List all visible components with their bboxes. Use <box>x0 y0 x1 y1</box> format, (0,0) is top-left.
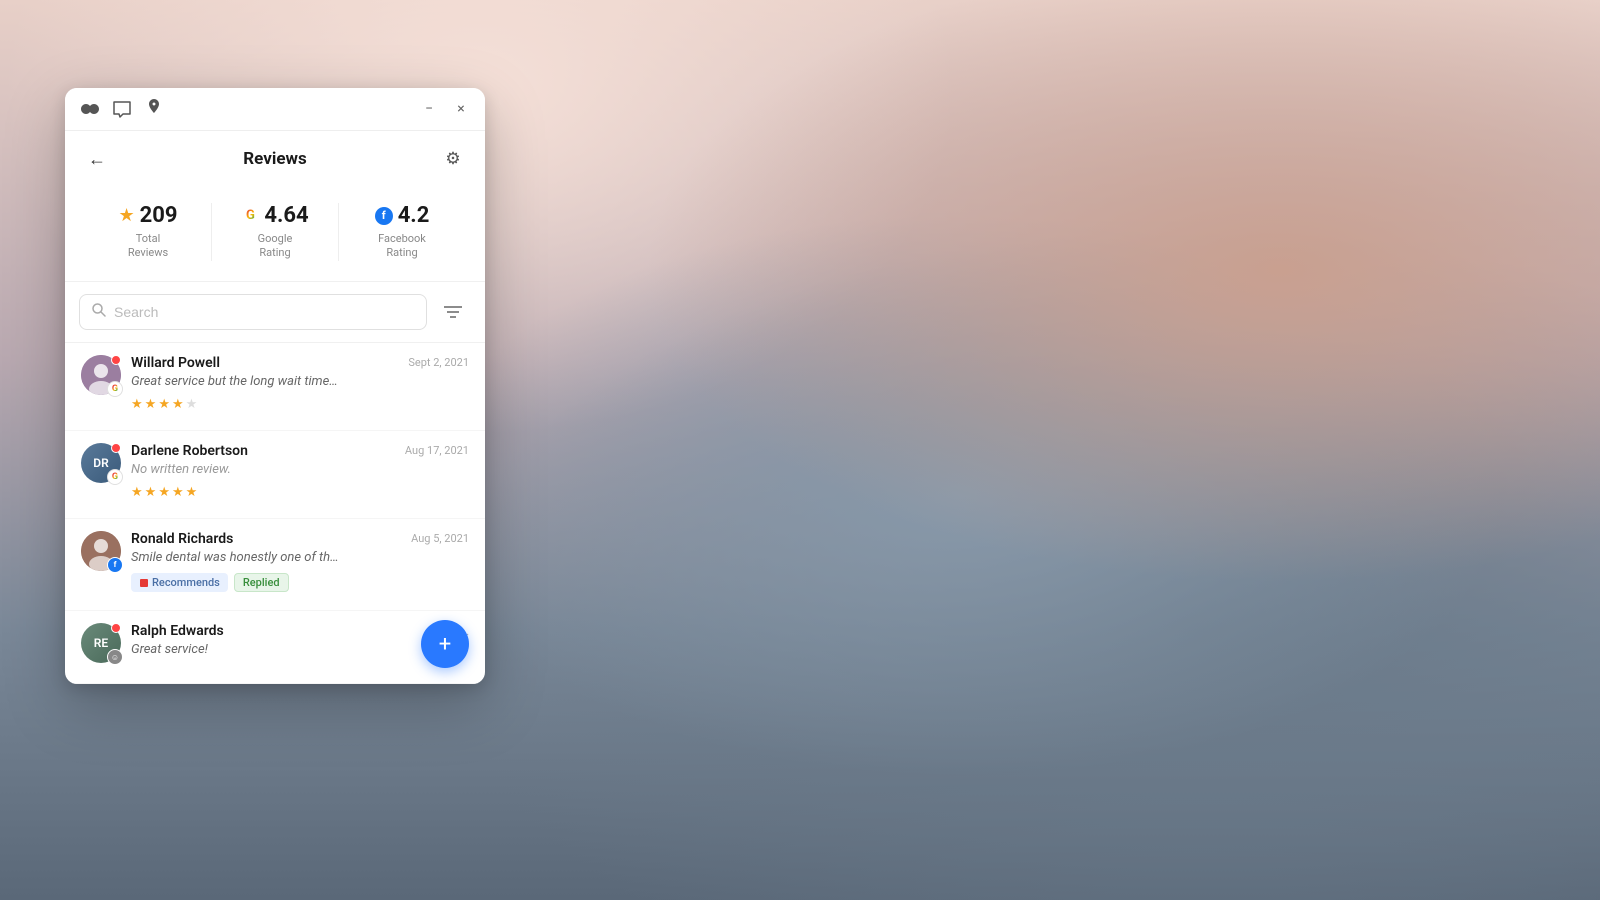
reviewer-name: Ralph Edwards <box>131 623 224 639</box>
search-input[interactable] <box>114 304 414 320</box>
minimize-button[interactable]: − <box>419 99 439 119</box>
window-controls: − × <box>419 99 471 119</box>
notification-dot <box>111 623 121 633</box>
close-button[interactable]: × <box>451 99 471 119</box>
stat-google-rating: G 4.64 GoogleRating <box>211 203 338 261</box>
total-reviews-number: 209 <box>140 203 178 228</box>
tag-recommends: Recommends <box>131 573 228 592</box>
review-text: Great service! <box>131 641 469 659</box>
star-5: ★ <box>186 397 198 412</box>
review-name-row: Willard Powell Sept 2, 2021 <box>131 355 469 371</box>
star-4: ★ <box>172 397 184 412</box>
review-top: G Willard Powell Sept 2, 2021 Great serv… <box>81 355 469 412</box>
google-icon: G <box>241 207 259 225</box>
review-date: Aug 17, 2021 <box>405 444 469 457</box>
panel-header: ← Reviews ⚙ <box>65 131 485 187</box>
facebook-icon: f <box>375 207 393 225</box>
avatar-wrap: f <box>81 531 121 571</box>
review-meta: Darlene Robertson Aug 17, 2021 No writte… <box>131 443 469 500</box>
stat-header-facebook: f 4.2 <box>375 203 430 228</box>
review-name-row: Ronald Richards Aug 5, 2021 <box>131 531 469 547</box>
review-meta: Ralph Edwards Ju… Great service! <box>131 623 469 665</box>
review-date: Sept 2, 2021 <box>408 356 469 369</box>
source-badge-facebook: f <box>107 557 123 573</box>
total-reviews-label: TotalReviews <box>128 232 168 261</box>
notification-dot <box>111 443 121 453</box>
reviewer-name: Darlene Robertson <box>131 443 248 459</box>
avatar-wrap: RE ☺ <box>81 623 121 663</box>
review-item[interactable]: f Ronald Richards Aug 5, 2021 Smile dent… <box>65 519 485 611</box>
google-rating-number: 4.64 <box>264 203 308 228</box>
star-1: ★ <box>131 485 143 500</box>
facebook-rating-label: FacebookRating <box>378 232 426 261</box>
location-icon[interactable] <box>143 98 165 120</box>
page-title: Reviews <box>243 149 306 169</box>
review-item[interactable]: G Willard Powell Sept 2, 2021 Great serv… <box>65 343 485 431</box>
reviews-window: − × ← Reviews ⚙ ★ 209 TotalReviews G 4.6… <box>65 88 485 684</box>
review-date: Aug 5, 2021 <box>411 532 469 545</box>
filter-button[interactable] <box>435 294 471 330</box>
facebook-rating-number: 4.2 <box>398 203 430 228</box>
source-badge-other: ☺ <box>107 649 123 665</box>
titlebar: − × <box>65 88 485 131</box>
star-rating: ★ ★ ★ ★ ★ <box>131 397 469 412</box>
review-tags: Recommends Replied <box>131 573 469 592</box>
back-button[interactable]: ← <box>81 143 113 175</box>
star-4: ★ <box>172 485 184 500</box>
reviewer-name: Ronald Richards <box>131 531 233 547</box>
review-text: Smile dental was honestly one of th… <box>131 549 469 567</box>
star-2: ★ <box>145 397 157 412</box>
reviewer-name: Willard Powell <box>131 355 220 371</box>
star-icon: ★ <box>118 205 134 226</box>
review-meta: Willard Powell Sept 2, 2021 Great servic… <box>131 355 469 412</box>
review-text: No written review. <box>131 461 469 479</box>
review-name-row: Darlene Robertson Aug 17, 2021 <box>131 443 469 459</box>
review-top: RE ☺ Ralph Edwards Ju… Great service! <box>81 623 469 665</box>
tag-replied: Replied <box>234 573 289 592</box>
settings-button[interactable]: ⚙ <box>437 143 469 175</box>
avatar-wrap: G <box>81 355 121 395</box>
stats-row: ★ 209 TotalReviews G 4.64 GoogleRating f… <box>65 187 485 282</box>
source-badge-google: G <box>107 381 123 397</box>
google-rating-label: GoogleRating <box>258 232 293 261</box>
review-top: f Ronald Richards Aug 5, 2021 Smile dent… <box>81 531 469 592</box>
search-input-wrap[interactable] <box>79 294 427 330</box>
star-2: ★ <box>145 485 157 500</box>
star-rating: ★ ★ ★ ★ ★ <box>131 485 469 500</box>
infinity-icon[interactable] <box>79 98 101 120</box>
stat-facebook-rating: f 4.2 FacebookRating <box>338 203 465 261</box>
search-icon <box>92 303 106 321</box>
star-3: ★ <box>158 485 170 500</box>
search-container <box>65 282 485 343</box>
stat-header-google: G 4.64 <box>241 203 308 228</box>
fab-add-button[interactable]: + <box>421 620 469 668</box>
notification-dot <box>111 355 121 365</box>
review-top: DR G Darlene Robertson Aug 17, 2021 No w… <box>81 443 469 500</box>
review-name-row: Ralph Edwards Ju… <box>131 623 469 639</box>
review-item[interactable]: DR G Darlene Robertson Aug 17, 2021 No w… <box>65 431 485 519</box>
stat-total-reviews: ★ 209 TotalReviews <box>85 203 211 261</box>
review-list: G Willard Powell Sept 2, 2021 Great serv… <box>65 343 485 685</box>
titlebar-app-icons <box>79 98 165 120</box>
stat-header-total: ★ 209 <box>118 203 177 228</box>
avatar-wrap: DR G <box>81 443 121 483</box>
source-badge-google: G <box>107 469 123 485</box>
review-text: Great service but the long wait time… <box>131 373 469 391</box>
star-5: ★ <box>186 485 198 500</box>
chat-icon[interactable] <box>111 98 133 120</box>
star-3: ★ <box>158 397 170 412</box>
review-meta: Ronald Richards Aug 5, 2021 Smile dental… <box>131 531 469 592</box>
star-1: ★ <box>131 397 143 412</box>
